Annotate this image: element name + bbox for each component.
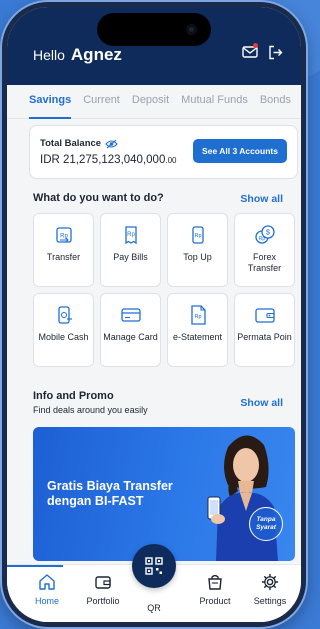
- promo-person-illustration: [207, 435, 278, 561]
- nav-label: Portfolio: [86, 596, 120, 606]
- see-all-accounts-button[interactable]: See All 3 Accounts: [193, 139, 287, 163]
- notification-dot: [253, 43, 258, 48]
- nav-qr-label: QR: [147, 603, 161, 613]
- action-label: Transfer: [46, 252, 81, 262]
- transfer-icon: Rp: [54, 224, 74, 246]
- promo-show-all-link[interactable]: Show all: [240, 397, 283, 409]
- action-label: e-Statement: [172, 332, 223, 342]
- home-icon: [39, 574, 55, 590]
- promo-banner-text: Gratis Biaya Transfer dengan BI-FAST: [47, 479, 173, 509]
- balance-currency: IDR: [40, 154, 60, 166]
- action-label: Mobile Cash: [38, 332, 89, 342]
- actions-show-all-link[interactable]: Show all: [240, 193, 283, 205]
- balance-value: 21,275,123,040,000: [63, 154, 166, 166]
- nav-label: Product: [199, 596, 231, 606]
- tab-current[interactable]: Current: [83, 85, 128, 119]
- tab-savings[interactable]: Savings: [29, 85, 79, 119]
- action-forex-transfer[interactable]: $ Rp Forex Transfer: [234, 213, 295, 287]
- svg-text:$: $: [266, 230, 270, 237]
- badge-line2: Syarat: [256, 524, 276, 531]
- app-header: Hello Agnez: [7, 7, 301, 85]
- action-transfer[interactable]: Rp Transfer: [33, 213, 94, 287]
- promo-subtitle: Find deals around you easily: [33, 405, 148, 415]
- badge-line1: Tanpa: [256, 516, 276, 523]
- promo-banner-line1: Gratis Biaya Transfer: [47, 479, 173, 493]
- svg-text:Rp: Rp: [127, 232, 135, 238]
- user-name: Agnez: [70, 45, 122, 64]
- hide-balance-icon[interactable]: [105, 139, 118, 149]
- svg-text:Rp: Rp: [194, 314, 201, 320]
- nav-portfolio[interactable]: Portfolio: [77, 573, 129, 606]
- active-tab-indicator: [7, 565, 63, 567]
- logout-icon[interactable]: [268, 45, 283, 60]
- tab-bonds[interactable]: Bonds: [260, 85, 299, 119]
- app-screen: Hello Agnez Savings Current Deposit Mutu…: [7, 7, 301, 622]
- action-label: Top Up: [183, 252, 212, 262]
- promo-banner-line2: dengan BI-FAST: [47, 494, 144, 508]
- svg-text:Rp: Rp: [194, 233, 201, 239]
- action-manage-card[interactable]: Manage Card: [100, 293, 161, 367]
- account-tabs: Savings Current Deposit Mutual Funds Bon…: [7, 85, 301, 119]
- bill-icon: Rp: [121, 224, 141, 246]
- phone-frame: Hello Agnez Savings Current Deposit Mutu…: [2, 2, 306, 627]
- tab-mutual-funds[interactable]: Mutual Funds: [181, 85, 256, 119]
- qr-icon: [145, 557, 163, 575]
- action-permata-poin[interactable]: Permata Poin: [234, 293, 295, 367]
- product-icon: [208, 574, 222, 590]
- promo-banner[interactable]: Gratis Biaya Transfer dengan BI-FAST Tan…: [33, 427, 295, 561]
- tab-deposit[interactable]: Deposit: [132, 85, 177, 119]
- action-top-up[interactable]: Rp Top Up: [167, 213, 228, 287]
- greeting-text: Hello: [33, 47, 65, 63]
- nav-label: Home: [34, 596, 59, 606]
- promo-badge: Tanpa Syarat: [249, 507, 283, 541]
- forex-icon: $ Rp: [254, 224, 276, 246]
- topup-icon: Rp: [188, 224, 208, 246]
- action-label: Permata Poin: [237, 332, 292, 342]
- mobile-cash-icon: [54, 304, 74, 326]
- nav-product[interactable]: Product: [189, 573, 241, 606]
- wallet-icon: [254, 304, 276, 326]
- nav-qr-button[interactable]: [132, 544, 176, 588]
- greeting: Hello Agnez: [33, 45, 122, 65]
- dynamic-island: [97, 13, 211, 46]
- nav-settings[interactable]: Settings: [244, 573, 296, 606]
- portfolio-icon: [95, 576, 111, 589]
- actions-title: What do you want to do?: [33, 192, 164, 204]
- svg-text:Rp: Rp: [258, 236, 265, 242]
- nav-label: Settings: [253, 596, 287, 606]
- card-icon: [120, 304, 142, 326]
- balance-label: Total Balance: [40, 138, 102, 149]
- action-pay-bills[interactable]: Rp Pay Bills: [100, 213, 161, 287]
- mail-icon[interactable]: [242, 43, 258, 60]
- balance-cents: .00: [165, 156, 177, 165]
- action-mobile-cash[interactable]: Mobile Cash: [33, 293, 94, 367]
- balance-amount: IDR 21,275,123,040,000.00: [40, 154, 176, 166]
- gear-icon: [261, 573, 279, 591]
- bottom-nav: Home Portfolio QR Product Settings: [7, 544, 301, 622]
- nav-home[interactable]: Home: [21, 573, 73, 606]
- balance-card: Total Balance IDR 21,275,123,040,000.00 …: [29, 125, 298, 179]
- action-label: Pay Bills: [113, 252, 148, 262]
- promo-title: Info and Promo: [33, 390, 114, 402]
- actions-grid: Rp Transfer Rp Pay Bills Rp Top Up $Rp: [33, 213, 295, 367]
- action-label: Manage Card: [103, 332, 158, 342]
- statement-icon: Rp: [188, 304, 208, 326]
- action-e-statement[interactable]: Rp e-Statement: [167, 293, 228, 367]
- action-label: Forex Transfer: [247, 252, 282, 273]
